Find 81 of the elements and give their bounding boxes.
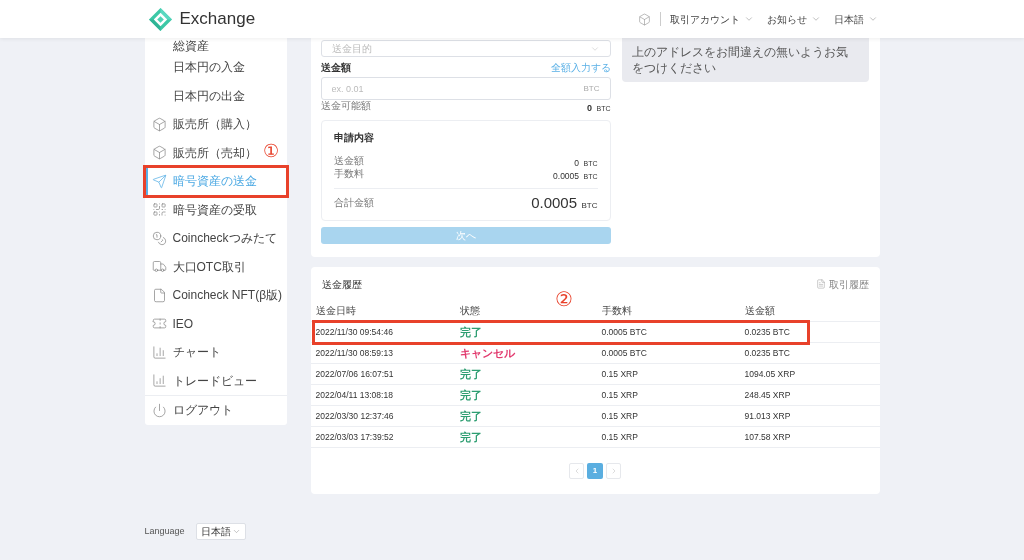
column-header: 送金日時 <box>315 304 356 318</box>
total-value: 0.0005 BTC <box>531 194 598 211</box>
table-cell: 248.45 XRP <box>744 388 791 402</box>
logo-icon <box>148 7 172 31</box>
table-cell: 2022/11/30 08:59:13 <box>315 346 393 360</box>
total-label: 合計金額 <box>333 196 374 210</box>
history-title: 送金履歴 <box>321 277 362 292</box>
paper-plane-icon <box>151 173 167 189</box>
available-label: 送金可能額 <box>320 100 371 112</box>
annotation-number: ① <box>262 142 279 160</box>
chevron-down-icon <box>743 14 754 24</box>
logo-text: Exchange <box>179 8 256 31</box>
coins-icon <box>151 230 167 246</box>
column-header: 手数料 <box>601 304 632 318</box>
nav-menu[interactable]: 取引アカウント <box>669 11 754 27</box>
table-cell: 1094.05 XRP <box>744 367 796 381</box>
chevron-down-icon <box>867 14 878 24</box>
document-icon <box>815 279 826 289</box>
column-header: 送金額 <box>744 304 775 318</box>
sidebar-item[interactable]: 日本円の出金 <box>144 81 247 110</box>
table-cell: 91.013 XRP <box>744 409 791 423</box>
status-text: 完了 <box>459 429 482 445</box>
table-cell: 0.0235 BTC <box>744 346 790 360</box>
power-icon <box>151 402 167 418</box>
language-select[interactable]: 日本語 <box>195 523 246 540</box>
table-cell: 0.0235 BTC <box>744 325 790 339</box>
nav-menu[interactable]: お知らせ <box>766 11 821 27</box>
notice-card: 上のアドレスをお間違えの無いようお気をつけください <box>621 38 869 82</box>
table-cell: 0.15 XRP <box>601 409 638 423</box>
previous-page-button[interactable] <box>569 463 584 479</box>
table-cell: 2022/11/30 09:54:46 <box>315 325 393 339</box>
amount-input[interactable]: ex. 0.01 <box>331 81 578 96</box>
table-cell: 0.0005 BTC <box>601 325 647 339</box>
table-cell: 0.15 XRP <box>601 388 638 402</box>
sidebar-item[interactable]: Coincheckつみたて <box>144 224 279 253</box>
cube-icon <box>151 116 167 132</box>
summary-title: 申請内容 <box>333 131 375 145</box>
sidebar-item[interactable]: チャート <box>144 338 223 367</box>
qr-code-icon <box>151 202 167 218</box>
nav-menu[interactable]: 日本語 <box>833 11 878 27</box>
status-text: 完了 <box>459 366 482 382</box>
table-cell: 0.0005 BTC <box>601 346 647 360</box>
table-cell: 2022/04/11 13:08:18 <box>315 388 393 402</box>
status-text: キャンセル <box>459 345 515 361</box>
sidebar-item[interactable]: 日本円の入金 <box>144 53 247 82</box>
cube-icon[interactable] <box>637 12 651 26</box>
column-header: 状態 <box>459 304 480 318</box>
table-cell: 0.15 XRP <box>601 367 638 381</box>
bar-chart-icon <box>151 373 167 389</box>
document-icon <box>151 287 167 303</box>
status-text: 完了 <box>459 324 482 340</box>
next-page-button[interactable] <box>606 463 621 479</box>
table-cell: 0.15 XRP <box>601 430 638 444</box>
chevron-down-icon <box>231 527 241 536</box>
chevron-down-icon <box>810 14 821 24</box>
truck-icon <box>151 259 167 275</box>
cube-icon <box>151 145 167 161</box>
language-label: Language <box>144 524 185 538</box>
table-cell: 2022/07/06 16:07:51 <box>315 367 394 381</box>
sidebar-item[interactable]: 販売所（購入） <box>144 110 259 139</box>
unit-label: BTC <box>583 82 600 95</box>
status-text: 完了 <box>459 408 482 424</box>
summary-label: 送金額 <box>333 154 364 167</box>
summary-label: 手数料 <box>333 167 364 180</box>
annotation-number: ② <box>554 289 573 309</box>
field-label: 送金額 <box>320 60 351 75</box>
sidebar-item[interactable]: Coincheck NFT(β版) <box>144 281 285 310</box>
sidebar-item[interactable]: 総資産 <box>144 38 211 53</box>
table-cell: 2022/03/30 12:37:46 <box>315 409 394 423</box>
sidebar-item[interactable]: 大口OTC取引 <box>144 252 248 281</box>
sidebar-item[interactable]: IEO <box>144 309 196 338</box>
status-text: 完了 <box>459 387 482 403</box>
table-cell: 2022/03/03 17:39:52 <box>315 430 394 444</box>
bar-chart-icon <box>151 344 167 360</box>
logout-item[interactable]: ログアウト <box>144 396 235 425</box>
sidebar-item[interactable]: 販売所（売却） <box>144 138 259 167</box>
table-cell: 107.58 XRP <box>744 430 791 444</box>
sidebar-item[interactable]: 暗号資産の受取 <box>144 195 259 224</box>
trade-history-link[interactable]: 取引履歴 <box>815 276 869 292</box>
sidebar-item[interactable]: トレードビュー <box>144 366 259 395</box>
ticket-icon <box>151 316 167 332</box>
